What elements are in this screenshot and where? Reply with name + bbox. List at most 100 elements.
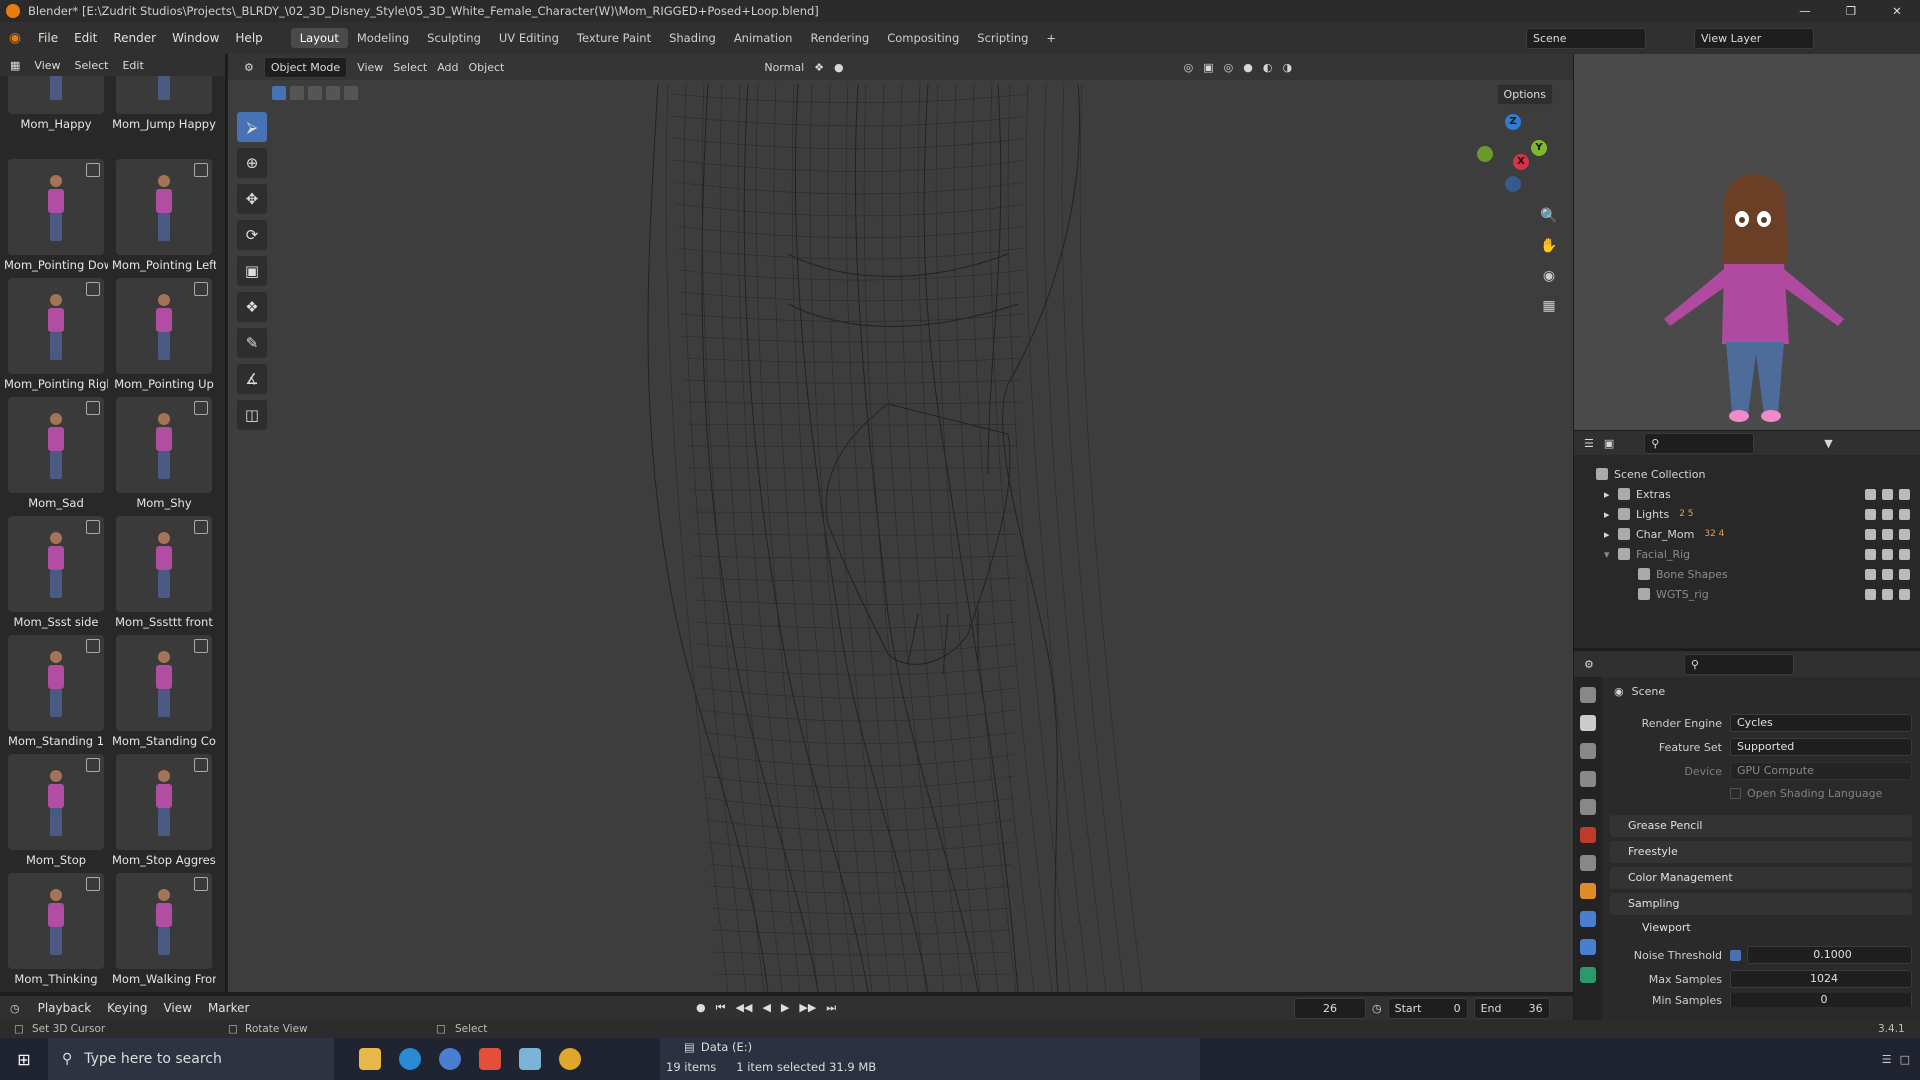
filter-icon[interactable]: ▼: [1824, 437, 1832, 450]
close-icon[interactable]: ✕: [1874, 0, 1920, 22]
asset-item[interactable]: Mom_Ssst side: [4, 516, 108, 629]
min-samples-field[interactable]: 0: [1730, 993, 1912, 1007]
section-color-management[interactable]: Color Management: [1610, 867, 1912, 889]
edit-icon[interactable]: [86, 639, 100, 653]
outliner-editor-icon[interactable]: ☰: [1584, 437, 1594, 450]
figma-icon[interactable]: [470, 1038, 510, 1080]
modifier-tab-icon[interactable]: [1580, 911, 1596, 927]
outliner-row-wgts-rig[interactable]: WGTS_rig: [1574, 585, 1920, 603]
timeline-editor-icon[interactable]: ◷: [0, 1002, 30, 1015]
select-subtract-icon[interactable]: [308, 86, 322, 100]
viewport-menu-object[interactable]: Object: [469, 61, 505, 74]
editor-type-icon[interactable]: ▦: [10, 59, 20, 72]
noise-threshold-checkbox[interactable]: [1730, 949, 1741, 961]
expand-arrow-icon[interactable]: ▸: [1604, 528, 1614, 541]
minimize-icon[interactable]: —: [1782, 0, 1828, 22]
tray-icon[interactable]: ☰: [1882, 1053, 1892, 1066]
asset-item[interactable]: Mom_Sad: [4, 397, 108, 510]
add-cube-tool-icon[interactable]: ◫: [237, 400, 267, 430]
scene-selector[interactable]: Scene: [1526, 27, 1646, 49]
viewport-menu-select[interactable]: Select: [393, 61, 427, 74]
asset-item[interactable]: Mom_Standing Co...: [112, 635, 216, 748]
edit-icon[interactable]: [194, 282, 208, 296]
gizmo-neg-y[interactable]: [1477, 146, 1493, 162]
exclude-checkbox[interactable]: [1865, 528, 1876, 540]
xray-icon[interactable]: ▣: [1203, 61, 1213, 74]
asset-menu-edit[interactable]: Edit: [122, 59, 143, 72]
clock-icon[interactable]: ◷: [1372, 1002, 1382, 1015]
asset-item[interactable]: Mom_Standing 1: [4, 635, 108, 748]
tab-texture-paint[interactable]: Texture Paint: [568, 28, 660, 48]
select-invert-icon[interactable]: [326, 86, 340, 100]
3d-viewport[interactable]: ⚙ Object Mode View Select Add Object Nor…: [228, 54, 1573, 992]
edit-icon[interactable]: [194, 639, 208, 653]
next-key-icon[interactable]: ▶▶: [799, 1001, 816, 1015]
edit-icon[interactable]: [194, 877, 208, 891]
shading-rendered-icon[interactable]: ◑: [1282, 61, 1292, 74]
edit-icon[interactable]: [194, 163, 208, 177]
measure-tool-icon[interactable]: ∡: [237, 364, 267, 394]
edit-icon[interactable]: [86, 520, 100, 534]
asset-item[interactable]: Mom_Shy: [112, 397, 216, 510]
viewport-menu-view[interactable]: View: [357, 61, 383, 74]
file-explorer-icon[interactable]: [350, 1038, 390, 1080]
outliner-row-bone-shapes[interactable]: Bone Shapes: [1574, 565, 1920, 583]
outliner-row-extras[interactable]: ▸ Extras: [1574, 485, 1920, 503]
move-tool-icon[interactable]: ✥: [237, 184, 267, 214]
eye-icon[interactable]: [1882, 568, 1893, 580]
eye-icon[interactable]: [1882, 548, 1893, 560]
menu-help[interactable]: Help: [227, 31, 270, 45]
eye-icon[interactable]: [1882, 588, 1893, 600]
view-layer-selector[interactable]: View Layer: [1694, 27, 1814, 49]
gizmo-x-axis[interactable]: X: [1513, 154, 1529, 170]
chrome-icon[interactable]: [550, 1038, 590, 1080]
exclude-checkbox[interactable]: [1865, 588, 1876, 600]
tab-compositing[interactable]: Compositing: [878, 28, 968, 48]
viewport-menu-add[interactable]: Add: [437, 61, 458, 74]
render-tab-icon[interactable]: [1580, 715, 1596, 731]
max-samples-field[interactable]: 1024: [1730, 970, 1912, 988]
asset-item[interactable]: Mom_Pointing Left: [112, 159, 216, 272]
notes-app-icon[interactable]: [510, 1038, 550, 1080]
menu-file[interactable]: File: [30, 31, 66, 45]
select-box-tool-icon[interactable]: ⮚: [237, 112, 267, 142]
tab-scripting[interactable]: Scripting: [968, 28, 1037, 48]
app-circle-icon[interactable]: [430, 1038, 470, 1080]
transform-orientation-selector[interactable]: Normal: [764, 61, 804, 74]
outliner-search-input[interactable]: ⚲: [1644, 432, 1755, 454]
select-intersect-icon[interactable]: [344, 86, 358, 100]
shading-wireframe-icon[interactable]: ◎: [1224, 61, 1234, 74]
output-tab-icon[interactable]: [1580, 743, 1596, 759]
render-camera-icon[interactable]: [1899, 568, 1910, 580]
edit-icon[interactable]: [194, 401, 208, 415]
collection-tab-icon[interactable]: [1580, 855, 1596, 871]
asset-item[interactable]: Mom_Pointing Right: [4, 278, 108, 391]
blender-menu-icon[interactable]: ◉: [0, 30, 30, 46]
tab-sculpting[interactable]: Sculpting: [418, 28, 490, 48]
shading-material-icon[interactable]: ◐: [1263, 61, 1273, 74]
camera-view-icon[interactable]: ◉: [1537, 264, 1561, 288]
asset-item[interactable]: Mom_Walking Front: [112, 873, 216, 986]
exclude-checkbox[interactable]: [1865, 568, 1876, 580]
prev-key-icon[interactable]: ◀◀: [736, 1001, 753, 1015]
start-frame-field[interactable]: Start 0: [1387, 997, 1468, 1019]
eye-icon[interactable]: [1882, 508, 1893, 520]
world-tab-icon[interactable]: [1580, 827, 1596, 843]
outliner-row-facial-rig[interactable]: ▾ Facial_Rig: [1574, 545, 1920, 563]
viewport-subsection[interactable]: Viewport: [1642, 921, 1691, 934]
scene-collection-row[interactable]: Scene Collection: [1574, 465, 1920, 483]
editor-type-icon[interactable]: ⚙: [244, 61, 254, 74]
expand-arrow-icon[interactable]: ▸: [1604, 488, 1614, 501]
asset-item[interactable]: Mom_Stop Aggres...: [112, 754, 216, 867]
add-workspace-button[interactable]: +: [1037, 28, 1065, 48]
tab-animation[interactable]: Animation: [725, 28, 802, 48]
section-grease-pencil[interactable]: Grease Pencil: [1610, 815, 1912, 837]
gizmo-y-axis[interactable]: Y: [1531, 140, 1547, 156]
tab-modeling[interactable]: Modeling: [348, 28, 418, 48]
asset-item[interactable]: Mom_Happy: [4, 76, 108, 131]
play-reverse-icon[interactable]: ◀: [762, 1001, 770, 1015]
expand-arrow-icon[interactable]: ▸: [1604, 508, 1614, 521]
device-dropdown[interactable]: GPU Compute: [1730, 762, 1912, 780]
edit-icon[interactable]: [86, 282, 100, 296]
timeline-menu-keying[interactable]: Keying: [99, 1001, 155, 1015]
